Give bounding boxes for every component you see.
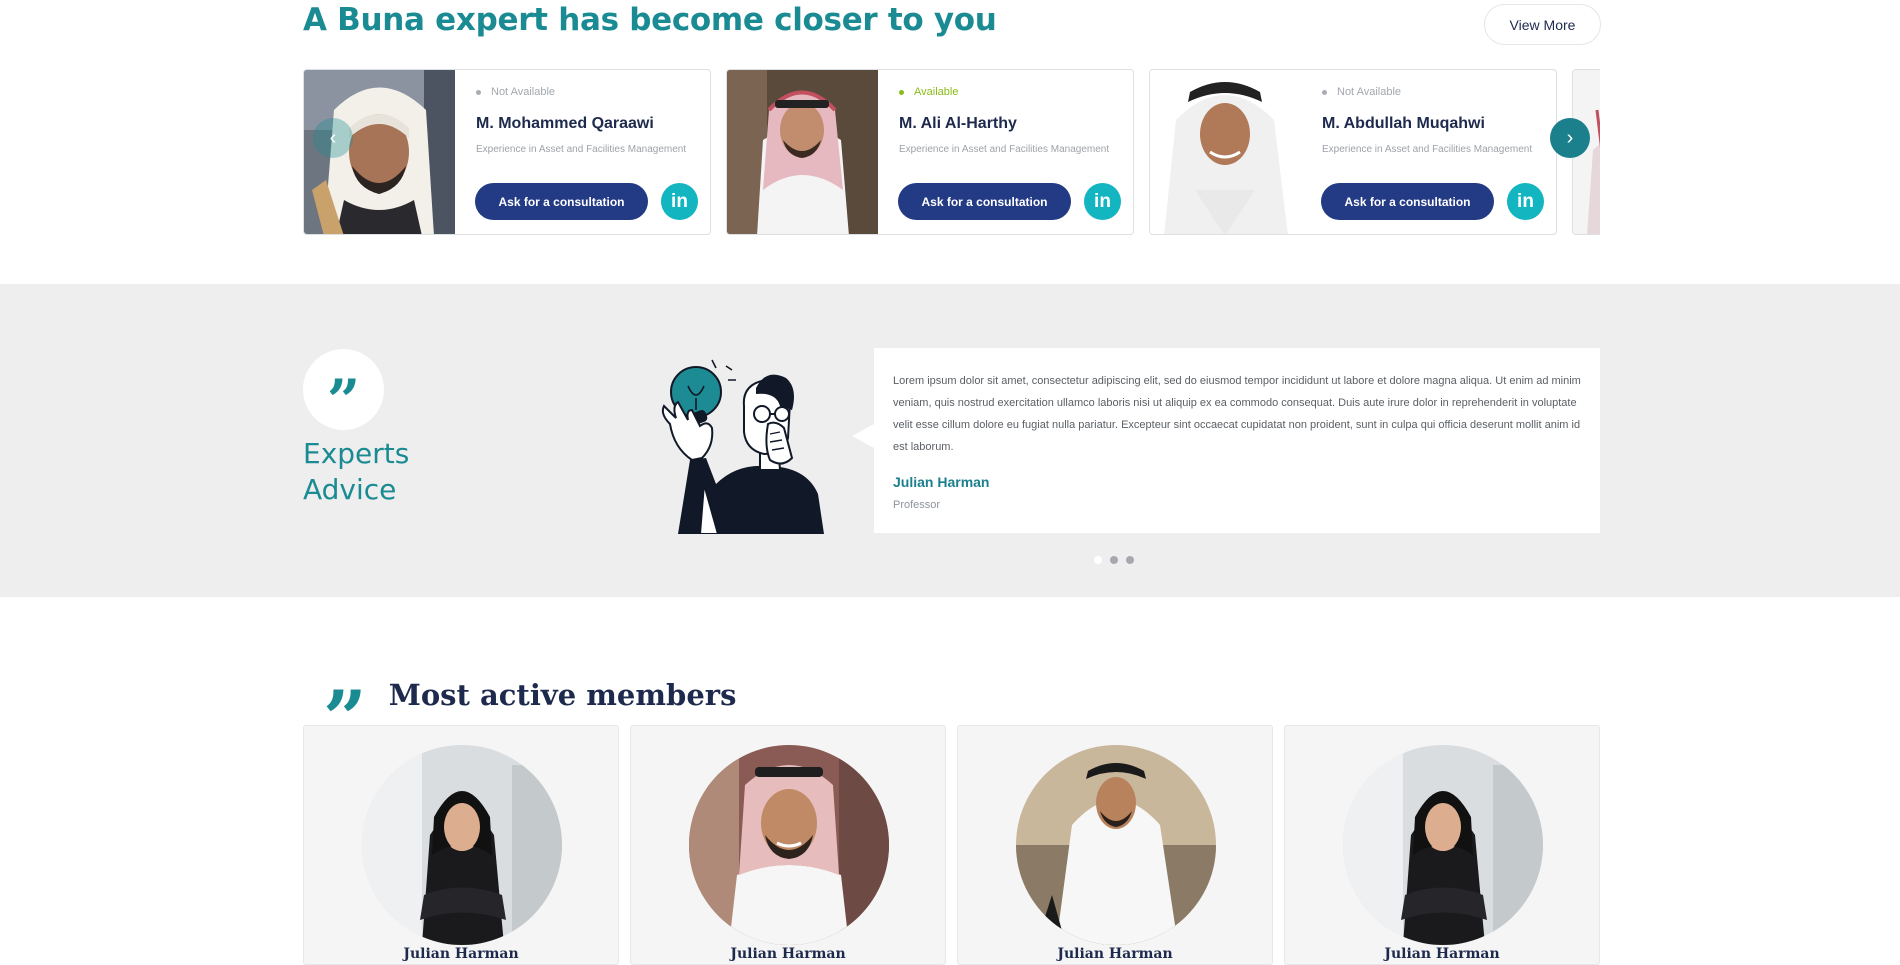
member-card[interactable]: Julian Harman bbox=[303, 725, 619, 965]
chevron-right-icon[interactable]: › bbox=[1550, 118, 1590, 158]
expert-name: M. Abdullah Muqahwi bbox=[1322, 115, 1485, 132]
member-card[interactable]: Julian Harman bbox=[630, 725, 946, 965]
slider-dots bbox=[1094, 556, 1134, 564]
quote-icon: ” bbox=[323, 674, 367, 763]
experts-section: A Buna expert has become closer to you V… bbox=[0, 0, 1900, 284]
advice-title: Experts Advice bbox=[303, 436, 409, 508]
availability-status: Not Available bbox=[1322, 86, 1401, 98]
members-title: Most active members bbox=[388, 677, 737, 712]
expert-name: M. Mohammed Qaraawi bbox=[476, 115, 654, 132]
status-dot-icon bbox=[899, 89, 904, 95]
chevron-left-icon[interactable]: ‹ bbox=[313, 118, 353, 158]
linkedin-icon[interactable]: in bbox=[1084, 183, 1121, 220]
expert-card: Available M. Ali Al-Harthy Experience in… bbox=[726, 69, 1134, 235]
member-card[interactable]: Julian Harman bbox=[1284, 725, 1600, 965]
expert-experience: Experience in Asset and Facilities Manag… bbox=[899, 144, 1110, 155]
member-avatar bbox=[1016, 745, 1216, 945]
testimonial-role: Professor bbox=[893, 499, 941, 511]
testimonial-text: Lorem ipsum dolor sit amet, consectetur … bbox=[893, 375, 1581, 453]
expert-experience: Experience in Asset and Facilities Manag… bbox=[1322, 144, 1533, 155]
advice-title-line-2: Advice bbox=[303, 473, 397, 506]
testimonial-author: Julian Harman bbox=[893, 474, 990, 490]
members-heading: ” Most active members bbox=[323, 663, 737, 763]
status-label: Not Available bbox=[491, 86, 556, 98]
member-avatar bbox=[362, 745, 562, 945]
status-dot-icon bbox=[1322, 89, 1327, 95]
status-label: Not Available bbox=[1337, 86, 1402, 98]
availability-status: Not Available bbox=[476, 86, 555, 98]
quote-icon: ” bbox=[303, 349, 384, 430]
expert-photo bbox=[727, 70, 878, 234]
experts-advice-section: ” Experts Advice Lorem ipsum dolor sit a… bbox=[0, 284, 1900, 597]
view-more-button[interactable]: View More bbox=[1484, 4, 1601, 45]
linkedin-icon[interactable]: in bbox=[661, 183, 698, 220]
linkedin-icon[interactable]: in bbox=[1507, 183, 1544, 220]
expert-name: M. Ali Al-Harthy bbox=[899, 115, 1017, 132]
expert-experience: Experience in Asset and Facilities Manag… bbox=[476, 144, 687, 155]
status-label: Available bbox=[914, 86, 959, 98]
expert-card: Not Available M. Abdullah Muqahwi Experi… bbox=[1149, 69, 1557, 235]
active-members-section: ” Most active members Julian Harman Juli… bbox=[0, 597, 1900, 965]
experts-title: A Buna expert has become closer to you bbox=[303, 2, 997, 38]
ask-consultation-button[interactable]: Ask for a consultation bbox=[1321, 183, 1494, 220]
ask-consultation-button[interactable]: Ask for a consultation bbox=[898, 183, 1071, 220]
member-name: Julian Harman bbox=[1384, 946, 1500, 962]
idea-illustration bbox=[656, 354, 856, 535]
availability-status: Available bbox=[899, 86, 958, 98]
member-avatar bbox=[1343, 745, 1543, 945]
member-name: Julian Harman bbox=[1057, 946, 1173, 962]
member-card[interactable]: Julian Harman bbox=[957, 725, 1273, 965]
advice-title-line-1: Experts bbox=[303, 437, 410, 470]
expert-photo bbox=[1150, 70, 1301, 234]
member-name: Julian Harman bbox=[730, 946, 846, 962]
slider-dot[interactable] bbox=[1110, 556, 1118, 564]
slider-dot[interactable] bbox=[1126, 556, 1134, 564]
expert-card: Not Available M. Mohammed Qaraawi Experi… bbox=[303, 69, 711, 235]
slider-dot[interactable] bbox=[1094, 556, 1102, 564]
status-dot-icon bbox=[476, 89, 481, 95]
member-avatar bbox=[689, 745, 889, 945]
ask-consultation-button[interactable]: Ask for a consultation bbox=[475, 183, 648, 220]
member-name: Julian Harman bbox=[403, 946, 519, 962]
testimonial-card: Lorem ipsum dolor sit amet, consectetur … bbox=[852, 348, 1600, 533]
experts-carousel: Not Available M. Mohammed Qaraawi Experi… bbox=[303, 69, 1600, 236]
